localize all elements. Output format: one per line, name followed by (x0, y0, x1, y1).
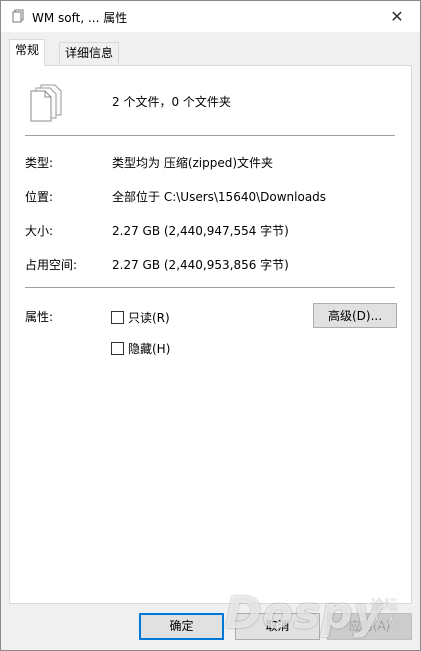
title-bar[interactable]: WM soft, ... 属性 ✕ (1, 1, 420, 32)
tab-details[interactable]: 详细信息 (59, 42, 120, 64)
checkbox-box[interactable] (111, 311, 124, 324)
type-label: 类型: (25, 156, 54, 170)
files-title-icon (12, 9, 24, 23)
size-value: 2.27 GB (2,440,947,554 字节) (112, 224, 289, 238)
close-button[interactable]: ✕ (374, 1, 420, 32)
disk-size-value: 2.27 GB (2,440,953,856 字节) (112, 258, 289, 272)
window-title: WM soft, ... 属性 (32, 11, 128, 25)
properties-window: WM soft, ... 属性 ✕ 常规 详细信息 2 个文件，0 个文件夹 类… (0, 0, 421, 651)
location-label: 位置: (25, 190, 54, 204)
hidden-checkbox[interactable]: 隐藏(H) (111, 340, 170, 356)
checkbox-box[interactable] (111, 342, 124, 355)
divider (25, 287, 395, 288)
location-value: 全部位于 C:\Users\15640\Downloads (112, 190, 327, 204)
selection-summary: 2 个文件，0 个文件夹 (112, 95, 231, 109)
general-panel: 2 个文件，0 个文件夹 类型: 类型均为 压缩(zipped)文件夹 位置: … (9, 65, 412, 604)
ok-button[interactable]: 确定 (139, 613, 224, 640)
tab-general[interactable]: 常规 (9, 39, 46, 66)
watermark-brand: Dospy (225, 588, 384, 639)
advanced-button[interactable]: 高级(D)... (313, 303, 397, 328)
watermark-side-text: 论坛 人人 (370, 598, 398, 630)
divider (25, 135, 395, 136)
close-icon: ✕ (390, 7, 404, 26)
readonly-checkbox[interactable]: 只读(R) (111, 309, 170, 325)
type-value: 类型均为 压缩(zipped)文件夹 (112, 156, 274, 170)
attributes-label: 属性: (25, 310, 54, 324)
size-label: 大小: (25, 224, 54, 238)
readonly-label: 只读(R) (128, 311, 170, 325)
tab-strip: 常规 详细信息 (1, 39, 420, 66)
disk-size-label: 占用空间: (25, 258, 78, 272)
multiple-files-icon (30, 84, 62, 122)
hidden-label: 隐藏(H) (128, 342, 171, 356)
